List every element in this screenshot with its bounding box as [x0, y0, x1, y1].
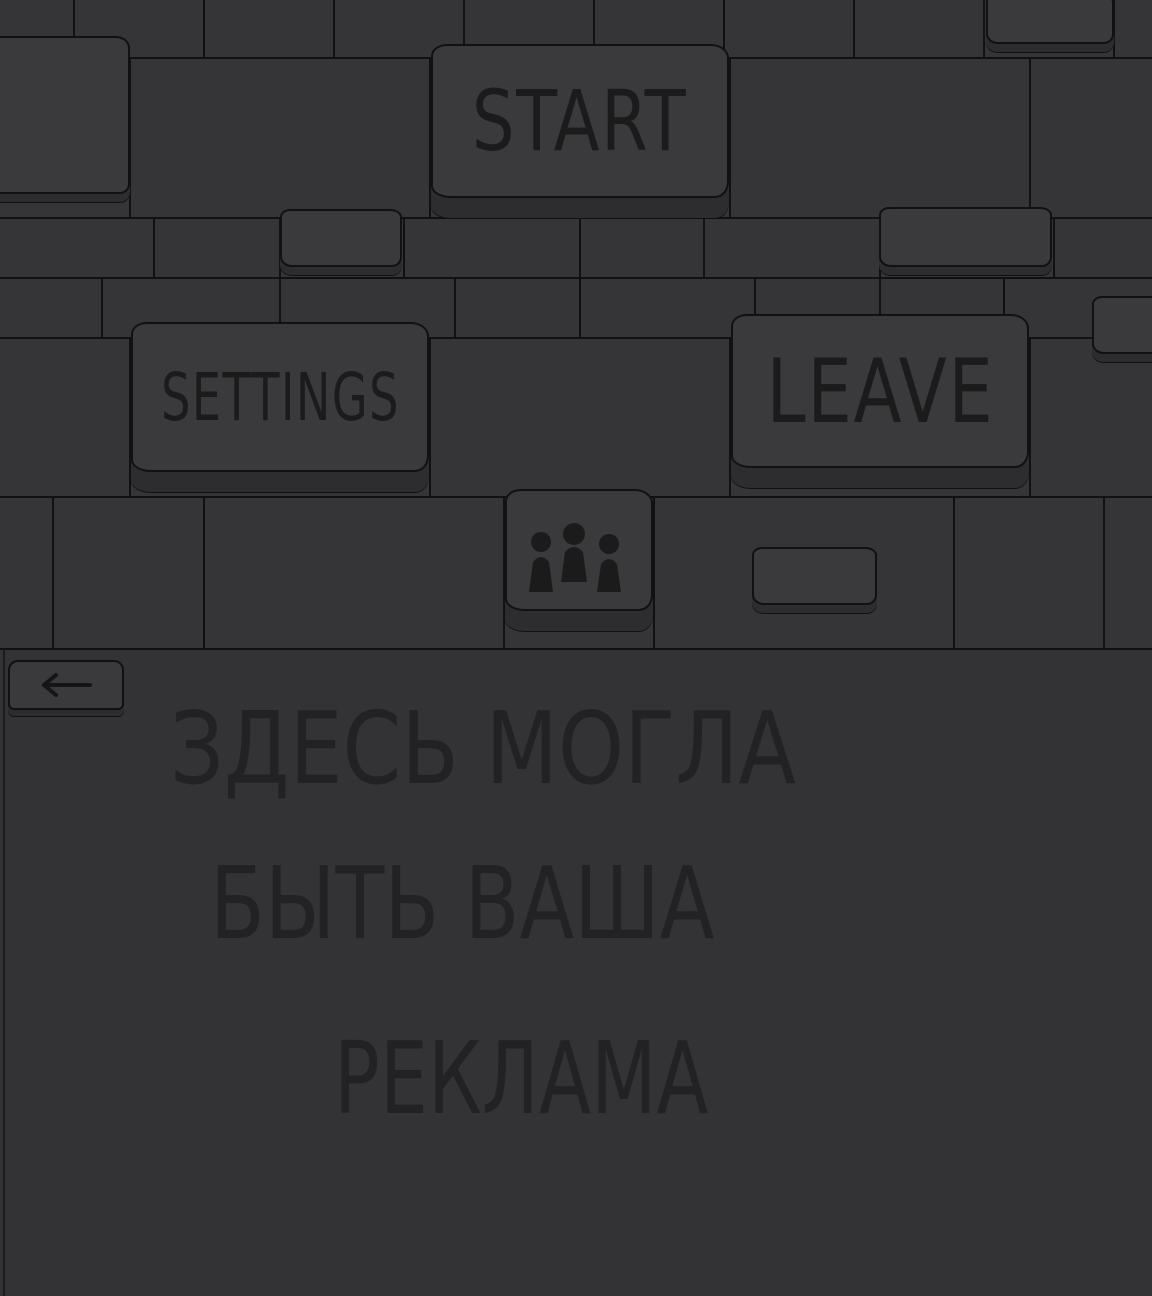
ad-text-line-2: БЫТЬ ВАША — [210, 845, 715, 962]
ad-text-line-3: РЕКЛАМА — [334, 1020, 709, 1137]
settings-button[interactable]: SETTINGS — [131, 322, 429, 472]
wall-slab — [1092, 296, 1152, 354]
ad-text-line-1: ЗДЕСЬ МОГЛА — [170, 690, 796, 807]
back-button[interactable] — [8, 660, 124, 710]
wall-slab — [986, 0, 1114, 44]
wall-slab — [752, 547, 877, 605]
wall-slab — [879, 207, 1052, 267]
leave-button[interactable]: LEAVE — [731, 314, 1029, 468]
wall-slab — [0, 36, 130, 194]
start-button-label: START — [472, 72, 688, 170]
wall-slab — [280, 209, 402, 267]
ad-panel: ЗДЕСЬ МОГЛА БЫТЬ ВАША РЕКЛАМА — [0, 648, 1152, 1296]
start-button[interactable]: START — [431, 44, 729, 198]
people-group-icon — [529, 523, 621, 592]
leave-button-label: LEAVE — [766, 339, 994, 443]
arrow-left-icon — [42, 673, 92, 697]
panel-border — [3, 650, 5, 1296]
settings-button-label: SETTINGS — [160, 358, 400, 436]
multiplayer-button[interactable] — [505, 489, 653, 611]
